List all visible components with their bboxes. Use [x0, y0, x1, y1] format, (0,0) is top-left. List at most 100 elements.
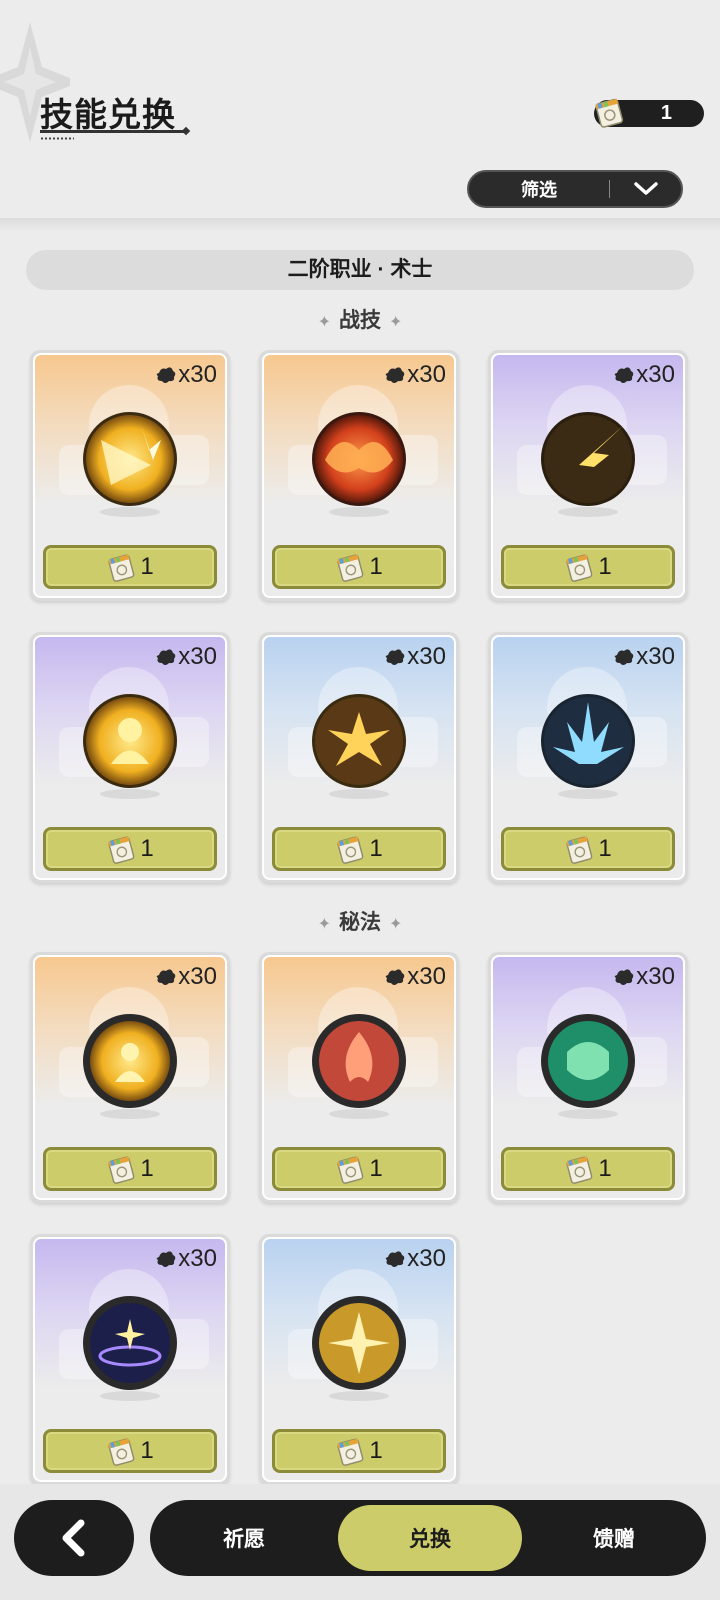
- ticket-icon: [566, 1156, 593, 1184]
- ticket-icon: [595, 98, 624, 128]
- exchange-price: 1: [140, 1437, 154, 1464]
- ice-crystal-icon: [541, 694, 635, 788]
- skill-card[interactable]: x30 1: [488, 632, 688, 883]
- exchange-price: 1: [369, 835, 383, 862]
- skill-fragment-icon: [615, 367, 634, 383]
- icon-shadow: [329, 789, 389, 799]
- icon-shadow: [329, 507, 389, 517]
- skill-quantity: x30: [155, 643, 217, 671]
- skill-quantity: x30: [384, 361, 446, 389]
- exchange-price: 1: [140, 553, 154, 580]
- section-title: 秘法: [339, 911, 381, 934]
- skill-fragment-icon: [157, 367, 176, 383]
- skill-quantity: x30: [384, 1245, 446, 1273]
- skill-card[interactable]: x30 1: [30, 350, 230, 601]
- skill-quantity: x30: [155, 963, 217, 991]
- skill-card[interactable]: x30 1: [30, 952, 230, 1203]
- skill-fragment-icon: [386, 367, 405, 383]
- ticket-icon: [337, 836, 364, 864]
- filter-button[interactable]: 筛选: [467, 170, 683, 208]
- skill-card[interactable]: x30 1: [488, 952, 688, 1203]
- skill-fragment-icon: [386, 649, 405, 665]
- skill-fragment-icon: [157, 969, 176, 985]
- skill-card-body: x30 1: [491, 353, 685, 598]
- tab-gift[interactable]: 馈赠: [522, 1505, 706, 1571]
- icon-shadow: [558, 507, 618, 517]
- skill-quantity: x30: [155, 1245, 217, 1273]
- skill-card-body: x30 1: [33, 635, 227, 880]
- skill-card-body: x30 1: [33, 1237, 227, 1482]
- skill-fragment-icon: [615, 649, 634, 665]
- exchange-price-button[interactable]: 1: [43, 1147, 217, 1191]
- skill-fragment-icon: [157, 649, 176, 665]
- exchange-price: 1: [598, 835, 612, 862]
- section-header-combat: ✦ 战技 ✦: [317, 309, 403, 332]
- section-header-arcane: ✦ 秘法 ✦: [317, 911, 403, 934]
- exchange-price-button[interactable]: 1: [43, 1429, 217, 1473]
- skill-card[interactable]: x30 1: [259, 632, 459, 883]
- exchange-price-button[interactable]: 1: [501, 827, 675, 871]
- skill-quantity: x30: [613, 361, 675, 389]
- exchange-price: 1: [140, 835, 154, 862]
- ticket-icon: [566, 836, 593, 864]
- ticket-icon: [108, 554, 135, 582]
- skill-card-body: x30 1: [33, 353, 227, 598]
- skill-card-body: x30 1: [33, 955, 227, 1200]
- exchange-price-button[interactable]: 1: [501, 545, 675, 589]
- icon-shadow: [558, 789, 618, 799]
- skill-card[interactable]: x30 1: [259, 1234, 459, 1485]
- exchange-price-button[interactable]: 1: [43, 827, 217, 871]
- icon-shadow: [100, 789, 160, 799]
- golden-shatter-icon: [312, 1296, 406, 1390]
- skill-card[interactable]: x30 1: [30, 632, 230, 883]
- back-button[interactable]: [14, 1500, 134, 1576]
- skill-card-body: x30 1: [262, 353, 456, 598]
- skill-card[interactable]: x30 1: [488, 350, 688, 601]
- exchange-price: 1: [369, 553, 383, 580]
- magic-circle-icon: [83, 1296, 177, 1390]
- skill-quantity: x30: [155, 361, 217, 389]
- skill-card[interactable]: x30 1: [259, 350, 459, 601]
- skill-card[interactable]: x30 1: [30, 1234, 230, 1485]
- ticket-icon: [108, 1156, 135, 1184]
- skill-quantity: x30: [613, 963, 675, 991]
- exchange-price: 1: [598, 1155, 612, 1182]
- skill-card-body: x30 1: [262, 1237, 456, 1482]
- red-flame-icon: [312, 1014, 406, 1108]
- explosion-icon: [312, 694, 406, 788]
- skill-card[interactable]: x30 1: [259, 952, 459, 1203]
- exchange-price-button[interactable]: 1: [272, 1147, 446, 1191]
- icon-shadow: [100, 507, 160, 517]
- exchange-price-button[interactable]: 1: [501, 1147, 675, 1191]
- light-burst-icon: [83, 412, 177, 506]
- skill-quantity: x30: [384, 643, 446, 671]
- icon-shadow: [100, 1391, 160, 1401]
- skill-fragment-icon: [615, 969, 634, 985]
- skill-quantity: x30: [384, 963, 446, 991]
- section-title: 战技: [339, 309, 381, 332]
- ticket-icon: [108, 836, 135, 864]
- ticket-icon: [566, 554, 593, 582]
- filter-label: 筛选: [521, 180, 557, 200]
- tab-exchange[interactable]: 兑换: [338, 1505, 522, 1571]
- title-underline: [40, 130, 185, 133]
- tab-wish[interactable]: 祈愿: [150, 1505, 338, 1571]
- ticket-icon: [337, 554, 364, 582]
- exchange-price-button[interactable]: 1: [272, 827, 446, 871]
- green-chain-icon: [541, 1014, 635, 1108]
- exchange-price-button[interactable]: 1: [272, 545, 446, 589]
- skill-card-body: x30 1: [491, 635, 685, 880]
- chevron-down-icon[interactable]: [610, 181, 681, 197]
- skill-fragment-icon: [386, 1251, 405, 1267]
- exchange-price: 1: [369, 1155, 383, 1182]
- exchange-price-button[interactable]: 1: [272, 1429, 446, 1473]
- icon-shadow: [329, 1391, 389, 1401]
- skill-fragment-icon: [386, 969, 405, 985]
- skill-quantity: x30: [613, 643, 675, 671]
- shield-figure-icon: [83, 1014, 177, 1108]
- ticket-icon: [337, 1156, 364, 1184]
- icon-shadow: [329, 1109, 389, 1119]
- page-title: 技能兑换: [40, 96, 176, 133]
- exchange-price: 1: [140, 1155, 154, 1182]
- exchange-price-button[interactable]: 1: [43, 545, 217, 589]
